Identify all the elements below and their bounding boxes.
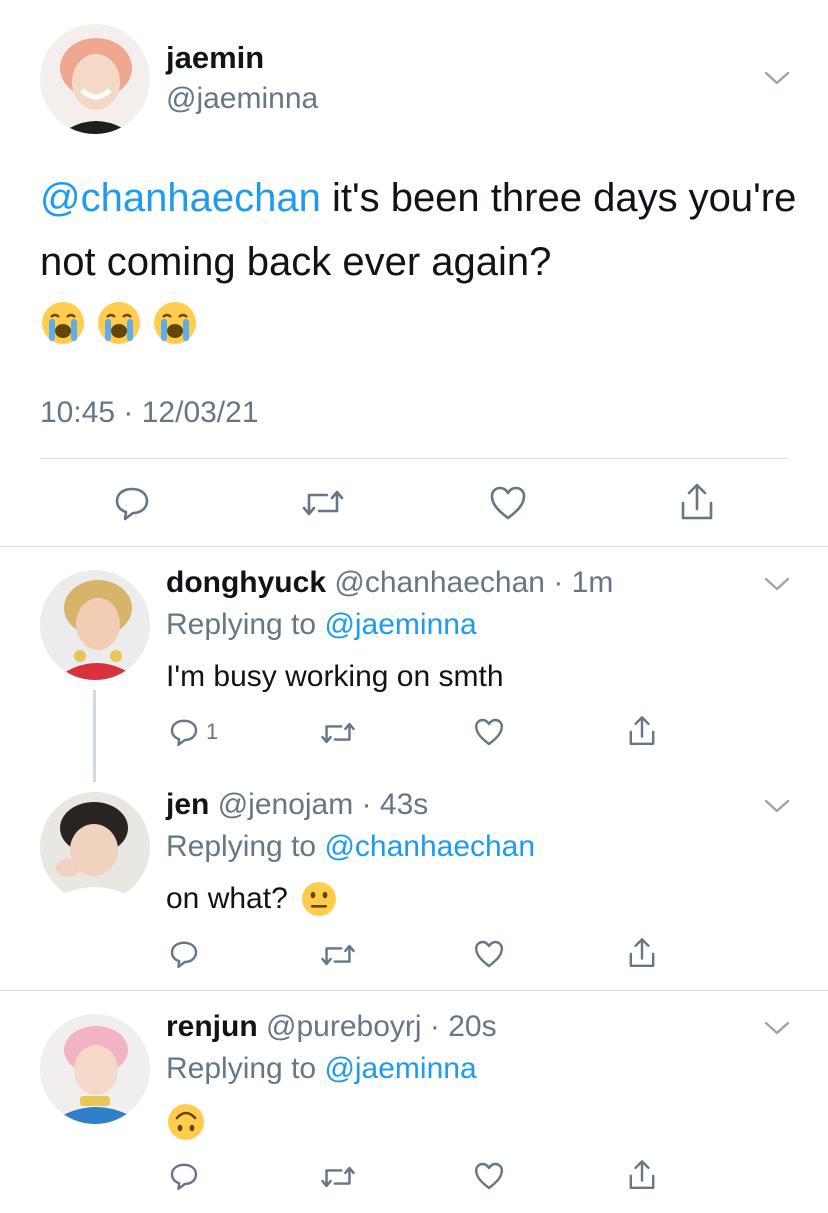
loudly-crying-emoji-icon	[154, 302, 196, 344]
replying-to-label: Replying to	[166, 608, 317, 641]
like-heart-icon[interactable]	[488, 483, 528, 523]
section-divider	[0, 990, 828, 991]
loudly-crying-emoji-icon	[98, 302, 140, 344]
reply-author-handle[interactable]: @pureboyrj	[266, 1010, 422, 1043]
replying-to-line: Replying to @jaeminna	[166, 608, 477, 642]
separator-dot: ·	[544, 566, 572, 599]
chevron-down-icon[interactable]	[764, 1020, 790, 1036]
avatar-jen[interactable]	[40, 792, 150, 902]
replying-to-label: Replying to	[166, 1052, 317, 1085]
avatar-jaemin[interactable]	[40, 24, 150, 134]
loudly-crying-emoji-icon	[42, 302, 84, 344]
separator-dot: ·	[421, 1010, 449, 1043]
avatar-donghyuck[interactable]	[40, 570, 150, 680]
avatar-renjun[interactable]	[40, 1014, 150, 1124]
reply-time[interactable]: 20s	[448, 1010, 496, 1043]
main-author-handle[interactable]: @jaeminna	[166, 82, 318, 116]
chevron-down-icon[interactable]	[764, 576, 790, 592]
reply-text: I'm busy working on smth	[166, 660, 504, 694]
emoji-row	[40, 300, 198, 346]
share-icon[interactable]	[626, 1158, 658, 1192]
reply-text	[166, 1102, 206, 1142]
replying-to-link[interactable]: @chanhaechan	[324, 830, 535, 863]
reply-body: I'm busy working on smth	[166, 660, 504, 693]
separator-dot: ·	[353, 788, 380, 821]
main-timestamp[interactable]: 10:45 · 12/03/21	[40, 396, 259, 430]
share-icon[interactable]	[626, 714, 658, 748]
like-heart-icon[interactable]	[473, 938, 505, 970]
retweet-icon[interactable]	[320, 940, 356, 970]
reply-author-handle[interactable]: @chanhaechan	[334, 566, 545, 599]
main-divider	[40, 458, 788, 459]
like-heart-icon[interactable]	[473, 1160, 505, 1192]
reply-header: jen @jenojam · 43s	[166, 788, 428, 822]
reply-icon[interactable]	[168, 938, 200, 970]
reply-count: 1	[206, 719, 219, 744]
reply-text: on what?	[166, 880, 338, 918]
retweet-icon[interactable]	[320, 718, 356, 748]
neutral-face-emoji-icon	[301, 882, 336, 916]
replying-to-label: Replying to	[166, 830, 317, 863]
like-heart-icon[interactable]	[473, 716, 505, 748]
reply-header: donghyuck @chanhaechan · 1m	[166, 566, 613, 600]
share-icon[interactable]	[626, 936, 658, 970]
reply-author-handle[interactable]: @jenojam	[218, 788, 354, 821]
chevron-down-icon[interactable]	[764, 70, 790, 86]
chevron-down-icon[interactable]	[764, 798, 790, 814]
retweet-icon[interactable]	[320, 1162, 356, 1192]
reply-author-name[interactable]: donghyuck	[166, 566, 326, 599]
share-icon[interactable]	[677, 481, 717, 523]
reply-icon[interactable]	[168, 1160, 200, 1192]
thread-connector-line	[93, 690, 96, 782]
reply-time[interactable]: 43s	[380, 788, 428, 821]
replying-to-line: Replying to @jaeminna	[166, 1052, 477, 1086]
main-mention-link[interactable]: @chanhaechan	[40, 176, 321, 220]
main-author-name[interactable]: jaemin	[166, 40, 264, 76]
replying-to-link[interactable]: @jaeminna	[324, 1052, 476, 1085]
replying-to-link[interactable]: @jaeminna	[324, 608, 476, 641]
reply-icon[interactable]: 1	[168, 716, 218, 748]
retweet-icon[interactable]	[301, 485, 345, 521]
main-tweet-text: @chanhaechan it's been three days you're…	[40, 166, 800, 294]
upside-down-face-emoji-icon	[168, 1104, 204, 1140]
reply-body: on what?	[166, 882, 288, 915]
reply-time[interactable]: 1m	[572, 566, 614, 599]
reply-header: renjun @pureboyrj · 20s	[166, 1010, 497, 1044]
replying-to-line: Replying to @chanhaechan	[166, 830, 535, 864]
section-divider	[0, 546, 828, 547]
reply-icon[interactable]	[112, 483, 152, 523]
reply-author-name[interactable]: jen	[166, 788, 209, 821]
reply-author-name[interactable]: renjun	[166, 1010, 258, 1043]
